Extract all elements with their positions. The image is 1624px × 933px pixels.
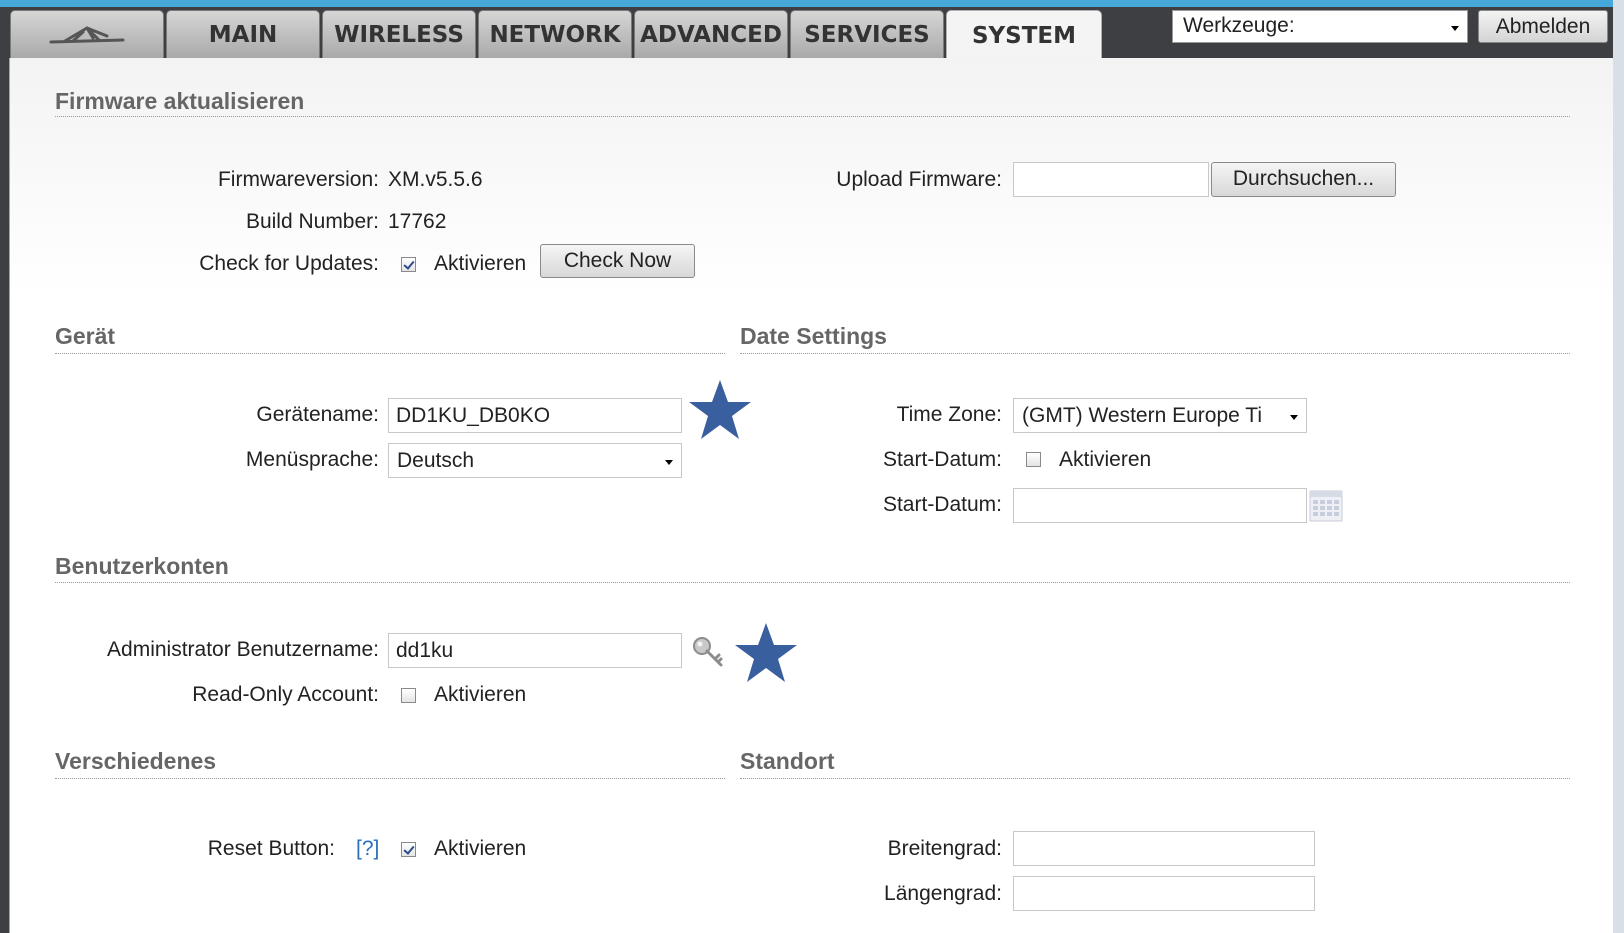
start-date-option: Aktivieren xyxy=(1059,448,1152,471)
calendar-icon[interactable] xyxy=(1309,490,1343,522)
chevron-down-icon xyxy=(1290,414,1298,420)
firmware-version-label: Firmwareversion: xyxy=(217,168,379,191)
admin-username-label: Administrator Benutzername: xyxy=(107,638,379,661)
menu-language-value: Deutsch xyxy=(397,449,475,472)
longitude-field[interactable] xyxy=(1013,876,1315,911)
firmware-section-divider xyxy=(55,116,1570,117)
tab-logo[interactable] xyxy=(10,10,164,58)
ubiquiti-logo-icon xyxy=(49,26,125,43)
longitude-label: Längengrad: xyxy=(884,882,1002,905)
main-content: Firmware aktualisieren Firmwareversion: … xyxy=(9,58,1613,933)
check-now-button[interactable]: Check Now xyxy=(540,244,695,278)
window-right-edge xyxy=(1613,0,1624,933)
upload-firmware-field[interactable] xyxy=(1013,162,1209,197)
device-section-title: Gerät xyxy=(55,323,116,349)
build-number-label: Build Number: xyxy=(245,210,379,233)
reset-button-option: Aktivieren xyxy=(434,837,527,860)
tools-select-value: Werkzeuge: xyxy=(1183,14,1295,37)
tab-system-label: SYSTEM xyxy=(971,22,1077,49)
tab-wireless[interactable]: WIRELESS xyxy=(322,10,476,58)
tab-system[interactable]: SYSTEM xyxy=(946,10,1102,60)
device-name-field[interactable]: DD1KU_DB0KO xyxy=(388,398,682,433)
readonly-account-checkbox[interactable] xyxy=(401,688,416,703)
chevron-down-icon xyxy=(665,459,673,465)
check-updates-option: Aktivieren xyxy=(434,252,527,275)
start-date-checkbox[interactable] xyxy=(1026,452,1041,467)
firmware-version-value: XM.v5.5.6 xyxy=(388,168,483,191)
time-zone-label: Time Zone: xyxy=(896,403,1002,426)
menu-language-label: Menüsprache: xyxy=(245,448,379,471)
accounts-section-divider xyxy=(55,582,1570,583)
latitude-field[interactable] xyxy=(1013,831,1315,866)
date-settings-section-title: Date Settings xyxy=(740,323,887,349)
reset-button-checkbox[interactable] xyxy=(401,842,416,857)
top-accent-strip xyxy=(0,0,1624,7)
upload-firmware-label: Upload Firmware: xyxy=(836,168,1002,191)
admin-username-field[interactable]: dd1ku xyxy=(388,633,682,668)
star-marker-icon xyxy=(689,380,751,439)
device-name-label: Gerätename: xyxy=(256,403,379,426)
firmware-section-title: Firmware aktualisieren xyxy=(55,88,305,114)
tab-main[interactable]: MAIN xyxy=(166,10,320,58)
date-settings-section-divider xyxy=(740,353,1570,354)
tab-advanced[interactable]: ADVANCED xyxy=(634,10,788,58)
logout-button[interactable]: Abmelden xyxy=(1478,10,1608,43)
reset-help-link[interactable]: [?] xyxy=(356,837,379,861)
time-zone-value: (GMT) Western Europe Ti xyxy=(1022,404,1263,427)
tab-network[interactable]: NETWORK xyxy=(478,10,632,58)
start-date-label: Start-Datum: xyxy=(882,493,1002,516)
start-date-field[interactable] xyxy=(1013,488,1307,523)
browse-button[interactable]: Durchsuchen... xyxy=(1211,162,1396,197)
tab-services-label: SERVICES xyxy=(804,21,930,48)
reset-button-label: Reset Button: xyxy=(207,837,335,860)
location-section-title: Standort xyxy=(740,748,835,774)
key-icon[interactable] xyxy=(690,634,726,670)
readonly-account-label: Read-Only Account: xyxy=(192,683,379,706)
tab-advanced-label: ADVANCED xyxy=(640,21,782,48)
accounts-section-title: Benutzerkonten xyxy=(55,553,229,579)
menu-language-select[interactable]: Deutsch xyxy=(388,443,682,478)
tab-wireless-label: WIRELESS xyxy=(334,21,464,48)
chevron-down-icon xyxy=(1451,25,1459,31)
check-updates-checkbox[interactable] xyxy=(401,257,416,272)
tab-network-label: NETWORK xyxy=(489,21,621,48)
tab-services[interactable]: SERVICES xyxy=(790,10,944,58)
latitude-label: Breitengrad: xyxy=(887,837,1002,860)
tools-select[interactable]: Werkzeuge: xyxy=(1172,10,1468,43)
star-marker-icon xyxy=(735,623,797,682)
time-zone-select[interactable]: (GMT) Western Europe Ti xyxy=(1013,398,1307,433)
misc-section-divider xyxy=(55,778,725,779)
readonly-account-option: Aktivieren xyxy=(434,683,527,706)
start-date-enable-label: Start-Datum: xyxy=(882,448,1002,471)
location-section-divider xyxy=(740,778,1570,779)
misc-section-title: Verschiedenes xyxy=(55,748,217,774)
build-number-value: 17762 xyxy=(388,210,447,233)
check-updates-label: Check for Updates: xyxy=(199,252,379,275)
tab-main-label: MAIN xyxy=(208,21,278,48)
device-section-divider xyxy=(55,353,725,354)
